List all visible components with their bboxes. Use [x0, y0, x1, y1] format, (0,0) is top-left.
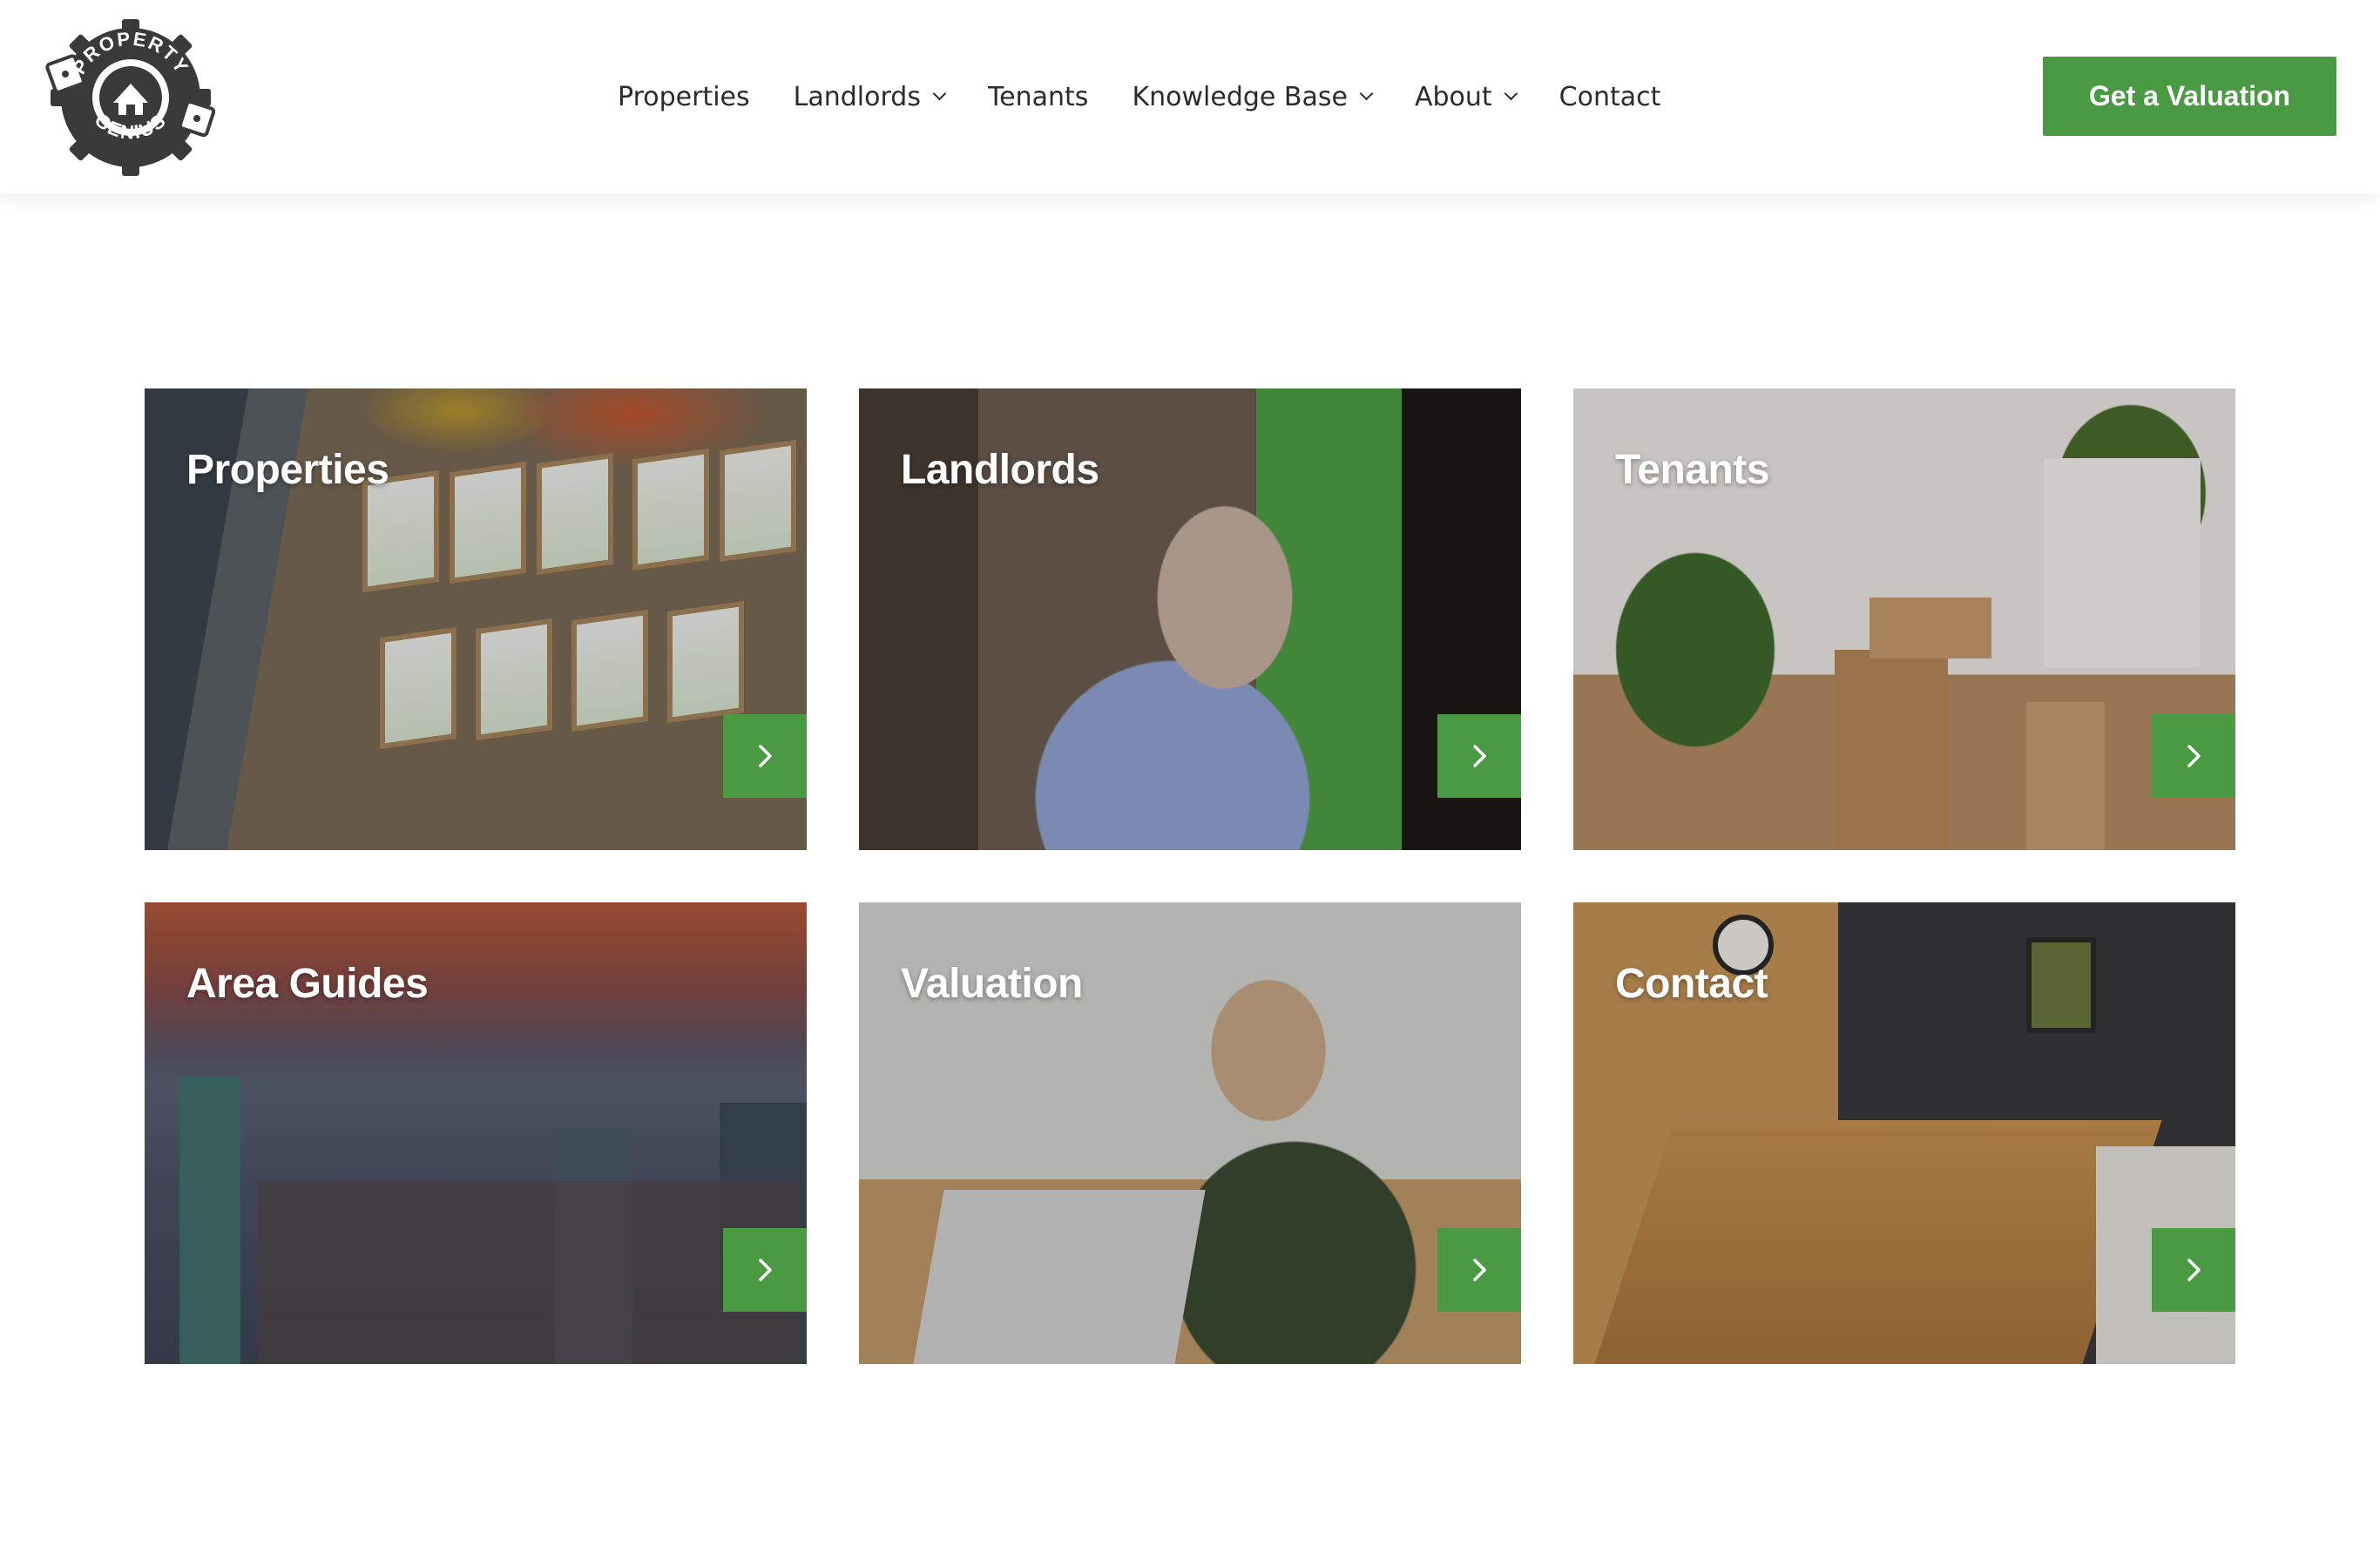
card-arrow-button[interactable]: [2152, 1228, 2235, 1312]
card-valuation[interactable]: Valuation: [859, 902, 1521, 1364]
card-contact[interactable]: Contact: [1573, 902, 2235, 1364]
chevron-down-icon: [932, 86, 947, 100]
nav-item-contact[interactable]: Contact: [1559, 82, 1661, 112]
card-arrow-button[interactable]: [723, 1228, 807, 1312]
nav-item-tenants[interactable]: Tenants: [988, 82, 1089, 112]
card-title: Valuation: [901, 961, 1083, 1007]
nav-label: Landlords: [793, 81, 921, 112]
nav-label: Contact: [1558, 81, 1661, 112]
chevron-right-icon: [759, 745, 772, 767]
nav-label: Knowledge Base: [1132, 81, 1348, 112]
chevron-down-icon: [1504, 86, 1518, 100]
property-genius-logo[interactable]: PROPERTY GENIUS: [45, 16, 216, 179]
card-tenants[interactable]: Tenants: [1573, 388, 2235, 850]
chevron-right-icon: [2187, 1259, 2201, 1281]
card-area-guides[interactable]: Area Guides: [145, 902, 807, 1364]
chevron-down-icon: [1359, 86, 1374, 100]
card-arrow-button[interactable]: [1437, 714, 1521, 798]
nav-label: Properties: [618, 81, 750, 112]
chevron-right-icon: [759, 1259, 772, 1281]
chevron-right-icon: [1473, 1259, 1486, 1281]
nav-item-knowledge-base[interactable]: Knowledge Base: [1132, 81, 1374, 112]
site-header: PROPERTY GENIUS Properties Landlords Ten…: [0, 0, 2380, 193]
card-title: Properties: [186, 447, 389, 493]
chevron-right-icon: [2187, 745, 2201, 767]
nav-item-landlords[interactable]: Landlords: [793, 81, 947, 112]
card-title: Area Guides: [186, 961, 429, 1007]
card-landlords[interactable]: Landlords: [859, 388, 1521, 850]
card-properties[interactable]: Properties: [145, 388, 807, 850]
card-arrow-button[interactable]: [2152, 714, 2235, 798]
get-valuation-button[interactable]: Get a Valuation: [2043, 57, 2336, 136]
main-nav: Properties Landlords Tenants Knowledge B…: [618, 71, 1704, 122]
nav-item-about[interactable]: About: [1414, 81, 1518, 112]
card-arrow-button[interactable]: [1437, 1228, 1521, 1312]
chevron-right-icon: [1473, 745, 1486, 767]
nav-label: About: [1414, 81, 1492, 112]
card-title: Landlords: [901, 447, 1099, 493]
nav-label: Tenants: [987, 81, 1089, 112]
nav-item-properties[interactable]: Properties: [618, 82, 750, 112]
card-title: Contact: [1615, 961, 1768, 1007]
card-title: Tenants: [1615, 447, 1769, 493]
card-arrow-button[interactable]: [723, 714, 807, 798]
